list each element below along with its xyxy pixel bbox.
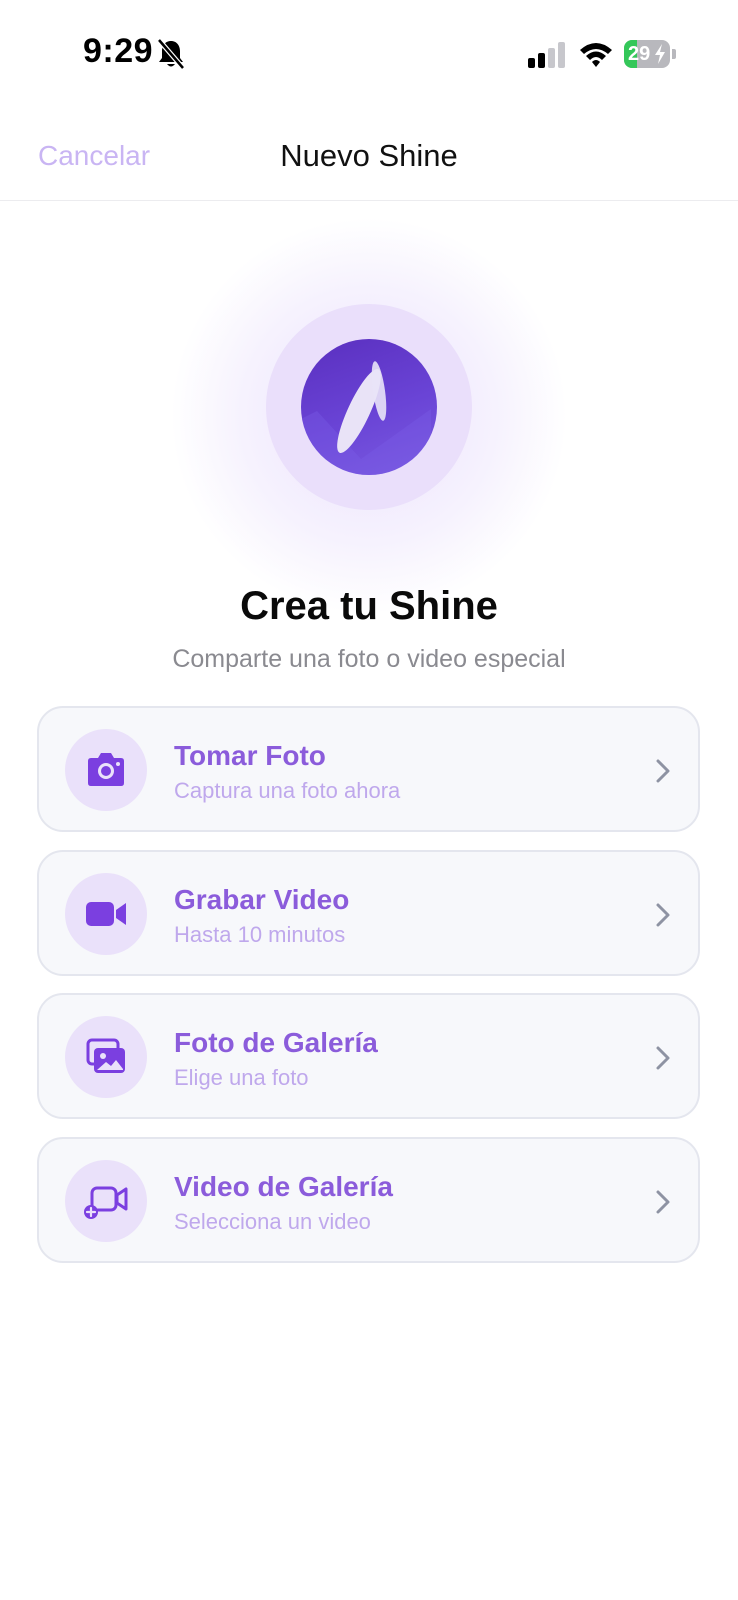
option-gallery-photo[interactable]: Foto de Galería Elige una foto (37, 993, 700, 1119)
option-title: Foto de Galería (174, 1027, 378, 1058)
cellular-signal-icon (528, 42, 565, 68)
option-subtitle: Elige una foto (174, 1065, 309, 1090)
video-gallery-icon (84, 1186, 128, 1219)
option-title: Tomar Foto (174, 740, 326, 771)
option-title: Grabar Video (174, 884, 350, 915)
bolt-icon (655, 44, 665, 64)
option-subtitle: Selecciona un video (174, 1209, 371, 1234)
option-take-photo[interactable]: Tomar Foto Captura una foto ahora (37, 706, 700, 832)
status-time: 9:29 (83, 32, 154, 70)
bell-slash-icon (157, 38, 185, 70)
photo-gallery-icon (86, 1038, 125, 1073)
option-subtitle: Hasta 10 minutos (174, 922, 346, 947)
chevron-right-icon (656, 903, 670, 927)
page-title: Nuevo Shine (280, 138, 458, 173)
option-subtitle: Captura una foto ahora (174, 778, 401, 803)
shine-logo (301, 339, 437, 475)
wifi-icon (580, 43, 612, 67)
status-bar: 9:29 29 (0, 0, 738, 110)
option-title: Video de Galería (174, 1171, 393, 1202)
chevron-right-icon (656, 1046, 670, 1070)
hero-subtitle: Comparte una foto o video especial (172, 645, 566, 673)
option-record-video[interactable]: Grabar Video Hasta 10 minutos (37, 850, 700, 976)
nav-bar: Cancelar Nuevo Shine (0, 110, 738, 201)
video-camera-icon (86, 902, 126, 926)
chevron-right-icon (656, 1190, 670, 1214)
option-gallery-video[interactable]: Video de Galería Selecciona un video (37, 1137, 700, 1263)
chevron-right-icon (656, 759, 670, 783)
battery-charging-icon: 29 (624, 40, 676, 68)
hero-title: Crea tu Shine (240, 584, 498, 628)
camera-icon (88, 753, 124, 786)
battery-level: 29 (628, 43, 651, 65)
